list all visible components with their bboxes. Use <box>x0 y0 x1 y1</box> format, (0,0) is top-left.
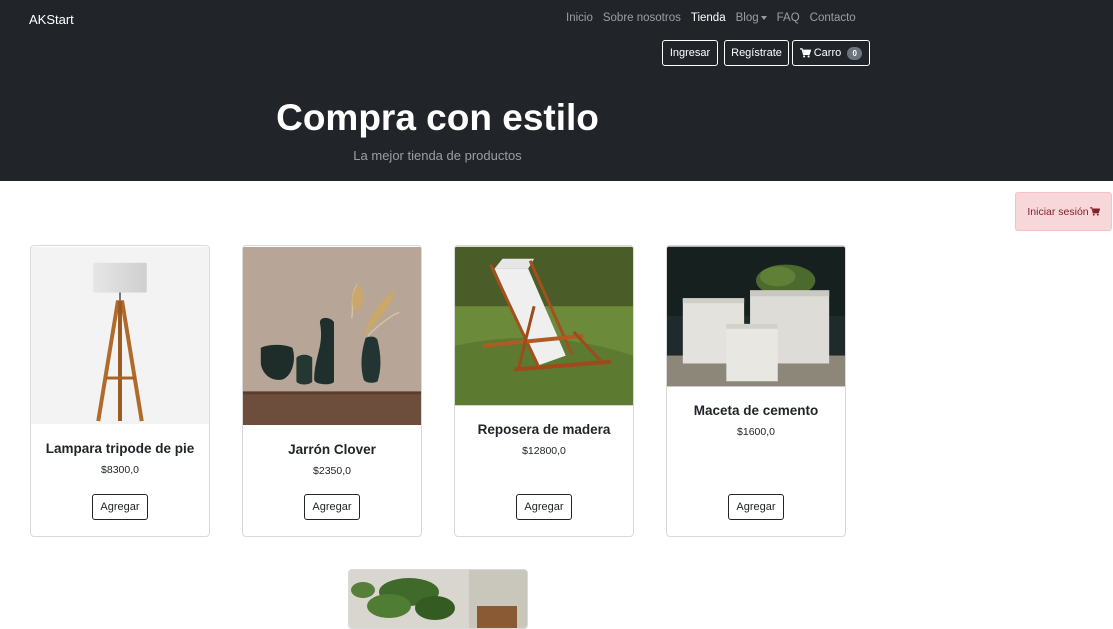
brand-logo[interactable]: AKStart <box>29 12 74 27</box>
plant-image <box>349 570 527 628</box>
hero-subtitle: La mejor tienda de productos <box>353 148 522 163</box>
add-to-cart-button[interactable]: Agregar <box>92 494 148 520</box>
main-nav: Inicio Sobre nosotros Tienda Blog FAQ Co… <box>566 12 866 24</box>
cart-icon <box>799 48 811 58</box>
product-price: $2350,0 <box>313 465 351 477</box>
nav-link-blog-label: Blog <box>735 12 759 24</box>
vases-image <box>243 247 421 425</box>
register-button[interactable]: Regístrate <box>724 40 789 66</box>
nav-link-inicio[interactable]: Inicio <box>566 12 593 24</box>
product-card: Reposera de madera $12800,0 Agregar <box>454 245 634 537</box>
nav-link-tienda[interactable]: Tienda <box>691 12 726 24</box>
product-price: $1600,0 <box>737 426 775 438</box>
product-title: Maceta de cemento <box>693 403 819 418</box>
cart-count-badge: 0 <box>847 46 863 60</box>
product-title: Lampara tripode de pie <box>45 441 195 456</box>
login-alert[interactable]: Iniciar sesión <box>1015 192 1112 231</box>
add-to-cart-button[interactable]: Agregar <box>728 494 784 520</box>
site-header: AKStart Inicio Sobre nosotros Tienda Blo… <box>0 0 1113 181</box>
product-card <box>348 569 528 629</box>
cement-planters-image <box>667 246 845 387</box>
lounge-chair-image <box>455 246 633 406</box>
product-price: $8300,0 <box>101 464 139 476</box>
nav-link-sobre-nosotros[interactable]: Sobre nosotros <box>603 12 681 24</box>
cart-button[interactable]: Carro 0 <box>792 40 870 66</box>
product-title: Reposera de madera <box>477 422 611 437</box>
floor-lamp-image <box>31 246 209 425</box>
product-title: Jarrón Clover <box>288 442 376 457</box>
nav-link-blog[interactable]: Blog <box>736 12 767 24</box>
product-card: Maceta de cemento $1600,0 Agregar <box>666 245 846 537</box>
add-to-cart-button[interactable]: Agregar <box>516 494 572 520</box>
nav-link-contacto[interactable]: Contacto <box>810 12 856 24</box>
cart-label: Carro <box>813 47 842 59</box>
login-alert-label: Iniciar sesión <box>1027 205 1089 218</box>
login-button[interactable]: Ingresar <box>662 40 718 66</box>
product-card: Lampara tripode de pie $8300,0 Agregar <box>30 245 210 537</box>
product-card: Jarrón Clover $2350,0 Agregar <box>242 245 422 537</box>
caret-down-icon <box>760 15 767 20</box>
product-price: $12800,0 <box>522 445 566 457</box>
cart-icon <box>1089 207 1100 216</box>
hero-title: Compra con estilo <box>276 97 599 138</box>
add-to-cart-button[interactable]: Agregar <box>304 494 360 520</box>
nav-link-faq[interactable]: FAQ <box>777 12 800 24</box>
